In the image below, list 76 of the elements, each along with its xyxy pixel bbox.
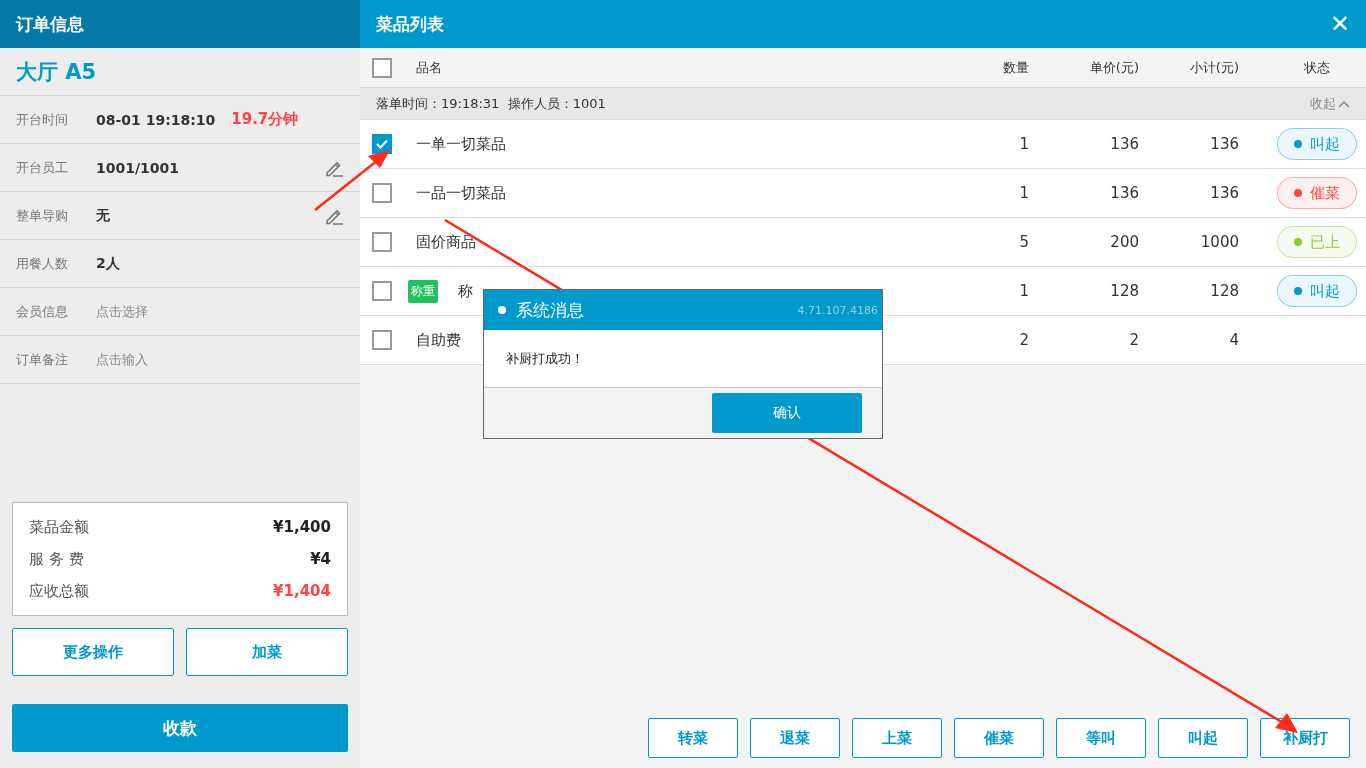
column-header: 数量 [1002,58,1029,77]
subtotal-cell-text: 136 [1209,184,1239,202]
checkbox[interactable] [372,330,392,350]
summary-amount: ¥1,400 [273,518,331,536]
price-cell-text: 136 [1109,184,1139,202]
version-label: 4.71.107.4186 [797,303,878,317]
summary-amount: ¥4 [310,550,331,568]
dialog-message: 补厨打成功！ [506,349,584,368]
check-icon [376,139,388,149]
field-label: 会员信息 [16,302,69,321]
dish-name: 称 [458,281,473,301]
collapse-button[interactable]: 收起 [1310,94,1350,113]
column-header: 状态 [1303,58,1331,77]
quantity-cell-text: 1 [1018,135,1029,153]
subtotal-cell-text: 1000 [1199,233,1239,251]
price-cell-text: 128 [1109,282,1139,300]
action-button[interactable]: 加菜 [186,628,348,676]
field-label: 开台员工 [16,158,69,177]
confirm-button[interactable]: 确认 [712,393,862,433]
field-label: 订单备注 [16,350,69,369]
order-info: 落单时间：19:18:31 操作人员：1001 [376,94,607,113]
panel-title: 订单信息 [0,0,360,48]
summary-label: 服 务 费 [29,549,84,569]
column-header: 小计(元) [1188,58,1239,77]
field-value: 2人 [96,254,120,273]
action-button[interactable]: 上菜 [852,718,942,758]
status-label: 叫起 [1310,134,1340,154]
summary-amount: ¥1,404 [273,582,331,600]
dish-name: 自助费 [416,330,461,350]
status-label: 已上 [1310,232,1340,252]
action-button[interactable]: 催菜 [954,718,1044,758]
checkbox[interactable] [372,134,392,154]
quantity-cell-text: 1 [1018,184,1029,202]
action-button[interactable]: 等叫 [1056,718,1146,758]
column-header: 单价(元) [1088,58,1139,77]
dialog-title: 系统消息 [516,298,584,322]
checkbox[interactable] [372,183,392,203]
summary-label: 菜品金额 [29,517,89,537]
column-header: 品名 [416,58,443,77]
subtotal-cell-text: 136 [1209,135,1239,153]
quantity-cell-text: 2 [1018,331,1029,349]
dish-name: 一单一切菜品 [416,134,506,154]
action-button[interactable]: 叫起 [1158,718,1248,758]
elapsed-time: 19.7分钟 [231,110,299,129]
field-placeholder[interactable]: 点击选择 [96,302,148,321]
checkbox[interactable] [372,232,392,252]
field-label: 用餐人数 [16,254,69,273]
field-label: 整单导购 [16,206,69,225]
status-label: 催菜 [1310,183,1340,203]
action-button[interactable]: 补厨打 [1260,718,1350,758]
subtotal-cell-text: 4 [1228,331,1239,349]
field-value: 08-01 19:18:10 [96,111,216,128]
subtotal-cell-text: 128 [1209,282,1239,300]
price-cell-text: 200 [1109,233,1139,251]
field-placeholder[interactable]: 点击输入 [96,350,148,369]
dot-icon [498,306,506,314]
close-button[interactable]: ✕ [1329,10,1350,38]
price-cell-text: 136 [1109,135,1139,153]
summary-label: 应收总额 [29,581,89,601]
quantity-cell-text: 1 [1018,282,1029,300]
price-cell-text: 2 [1128,331,1139,349]
dish-name: 一品一切菜品 [416,183,506,203]
status-label: 叫起 [1310,281,1340,301]
action-button[interactable]: 退菜 [750,718,840,758]
field-value: 无 [96,206,110,225]
quantity-cell-text: 5 [1018,233,1029,251]
weighed-tag: 称重 [408,279,438,303]
action-button[interactable]: 更多操作 [12,628,174,676]
chevron-up-icon [1338,99,1350,108]
checkbox[interactable] [372,281,392,301]
field-value: 1001/1001 [96,159,180,176]
panel-title: 菜品列表 [376,12,444,36]
field-label: 开台时间 [16,110,69,129]
checkbox[interactable] [372,57,392,78]
action-button[interactable]: 转菜 [648,718,738,758]
pay-button[interactable]: 收款 [12,704,348,752]
